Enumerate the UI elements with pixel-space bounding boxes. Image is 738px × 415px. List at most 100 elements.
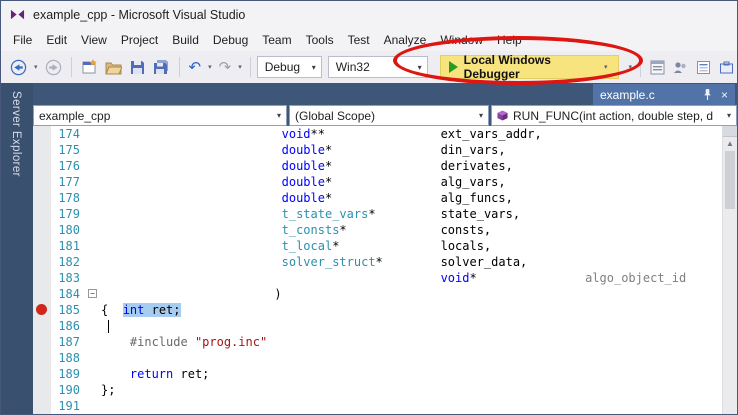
server-explorer-side-tab[interactable]: Server Explorer [1, 83, 33, 414]
code-text[interactable]: double* alg_vars, [101, 174, 506, 190]
fold-margin[interactable] [87, 398, 101, 414]
navigate-back-button[interactable] [7, 56, 30, 78]
menu-analyze[interactable]: Analyze [377, 30, 434, 50]
editor-lines[interactable]: 174 void** ext_vars_addr, 175 double* din… [33, 126, 722, 414]
solution-configuration-dropdown[interactable]: Debug ▾ [256, 56, 322, 78]
menu-debug[interactable]: Debug [206, 30, 255, 50]
open-file-icon[interactable] [102, 56, 125, 78]
breakpoint-margin[interactable] [33, 238, 51, 254]
redo-icon[interactable]: ↷ [216, 56, 235, 78]
fold-margin[interactable] [87, 126, 101, 142]
save-icon[interactable] [127, 56, 148, 78]
fold-margin[interactable] [87, 142, 101, 158]
fold-margin[interactable]: − [87, 286, 101, 302]
menu-project[interactable]: Project [114, 30, 165, 50]
member-dropdown[interactable]: RUN_FUNC(int action, double step, d ▾ [491, 105, 737, 126]
code-text[interactable]: t_local* locals, [101, 238, 492, 254]
scrollbar-thumb[interactable] [725, 151, 735, 209]
properties-window-icon[interactable] [693, 56, 714, 78]
code-editor[interactable]: 174 void** ext_vars_addr, 175 double* din… [33, 126, 737, 414]
code-text[interactable] [101, 318, 110, 334]
menu-test[interactable]: Test [341, 30, 377, 50]
code-text[interactable]: ) [101, 286, 281, 302]
breakpoint-margin[interactable] [33, 190, 51, 206]
fold-margin[interactable] [87, 382, 101, 398]
undo-dropdown-caret[interactable]: ▾ [206, 63, 214, 71]
menu-view[interactable]: View [74, 30, 114, 50]
menu-window[interactable]: Window [433, 30, 490, 50]
breakpoint-margin[interactable] [33, 126, 51, 142]
save-all-icon[interactable] [150, 56, 173, 78]
breakpoint-margin[interactable] [33, 286, 51, 302]
navigate-back-dropdown-caret[interactable]: ▾ [32, 63, 40, 71]
toolbox-icon[interactable] [716, 56, 737, 78]
solution-explorer-icon[interactable] [647, 56, 668, 78]
solution-platform-dropdown[interactable]: Win32 ▾ [327, 56, 428, 78]
menu-help[interactable]: Help [490, 30, 529, 50]
fold-margin[interactable] [87, 158, 101, 174]
fold-margin[interactable] [87, 174, 101, 190]
debug-target-dropdown-caret[interactable]: ▾ [627, 63, 635, 71]
scope-dropdown[interactable]: (Global Scope) ▾ [289, 105, 489, 126]
breakpoint-margin[interactable] [33, 350, 51, 366]
breakpoint-margin[interactable] [33, 318, 51, 334]
fold-margin[interactable] [87, 318, 101, 334]
code-text[interactable]: double* din_vars, [101, 142, 506, 158]
code-text[interactable]: return ret; [101, 366, 209, 382]
fold-margin[interactable] [87, 270, 101, 286]
menu-edit[interactable]: Edit [39, 30, 74, 50]
code-text[interactable]: double* derivates, [101, 158, 513, 174]
menu-build[interactable]: Build [165, 30, 206, 50]
fold-margin[interactable] [87, 238, 101, 254]
code-text[interactable]: t_state_vars* state_vars, [101, 206, 520, 222]
vertical-scrollbar[interactable]: ▲ [722, 126, 737, 414]
splitter-handle[interactable] [723, 126, 737, 137]
debugger-dropdown-caret[interactable]: ▾ [602, 63, 610, 71]
new-project-icon[interactable] [78, 56, 100, 78]
code-text[interactable]: solver_struct* solver_data, [101, 254, 528, 270]
collapse-box-icon[interactable]: − [88, 289, 97, 298]
breakpoint-margin[interactable] [33, 222, 51, 238]
fold-margin[interactable] [87, 366, 101, 382]
local-windows-debugger-button[interactable]: Local Windows Debugger ▾ [439, 53, 619, 81]
breakpoint-dot[interactable] [36, 304, 47, 315]
fold-margin[interactable] [87, 206, 101, 222]
navigate-forward-button[interactable] [42, 56, 65, 78]
breakpoint-margin[interactable] [33, 158, 51, 174]
team-explorer-icon[interactable] [670, 56, 691, 78]
fold-margin[interactable] [87, 302, 101, 318]
code-text[interactable]: double* alg_funcs, [101, 190, 513, 206]
code-text[interactable]: void* algo_object_id [101, 270, 687, 286]
breakpoint-margin[interactable] [33, 302, 51, 318]
menu-file[interactable]: File [6, 30, 39, 50]
breakpoint-margin[interactable] [33, 382, 51, 398]
redo-dropdown-caret[interactable]: ▾ [236, 63, 244, 71]
fold-margin[interactable] [87, 350, 101, 366]
fold-margin[interactable] [87, 254, 101, 270]
play-icon [448, 61, 458, 73]
breakpoint-margin[interactable] [33, 254, 51, 270]
menu-team[interactable]: Team [255, 30, 298, 50]
scroll-up-icon[interactable]: ▲ [723, 137, 737, 150]
breakpoint-margin[interactable] [33, 334, 51, 350]
breakpoint-margin[interactable] [33, 270, 51, 286]
code-text[interactable]: void** ext_vars_addr, [101, 126, 542, 142]
project-dropdown[interactable]: example_cpp ▾ [33, 105, 287, 126]
close-icon[interactable]: × [721, 89, 728, 101]
code-text[interactable]: }; [101, 382, 115, 398]
menu-tools[interactable]: Tools [299, 30, 341, 50]
fold-margin[interactable] [87, 190, 101, 206]
breakpoint-margin[interactable] [33, 142, 51, 158]
code-text[interactable]: #include "prog.inc" [101, 334, 267, 350]
breakpoint-margin[interactable] [33, 366, 51, 382]
pin-icon[interactable] [703, 88, 712, 101]
code-text[interactable]: { int ret; [101, 302, 181, 318]
fold-margin[interactable] [87, 334, 101, 350]
breakpoint-margin[interactable] [33, 398, 51, 414]
fold-margin[interactable] [87, 222, 101, 238]
undo-icon[interactable]: ↶ [186, 56, 205, 78]
breakpoint-margin[interactable] [33, 206, 51, 222]
tab-example-c[interactable]: example.c × [593, 84, 735, 105]
breakpoint-margin[interactable] [33, 174, 51, 190]
code-text[interactable]: t_consts* consts, [101, 222, 492, 238]
